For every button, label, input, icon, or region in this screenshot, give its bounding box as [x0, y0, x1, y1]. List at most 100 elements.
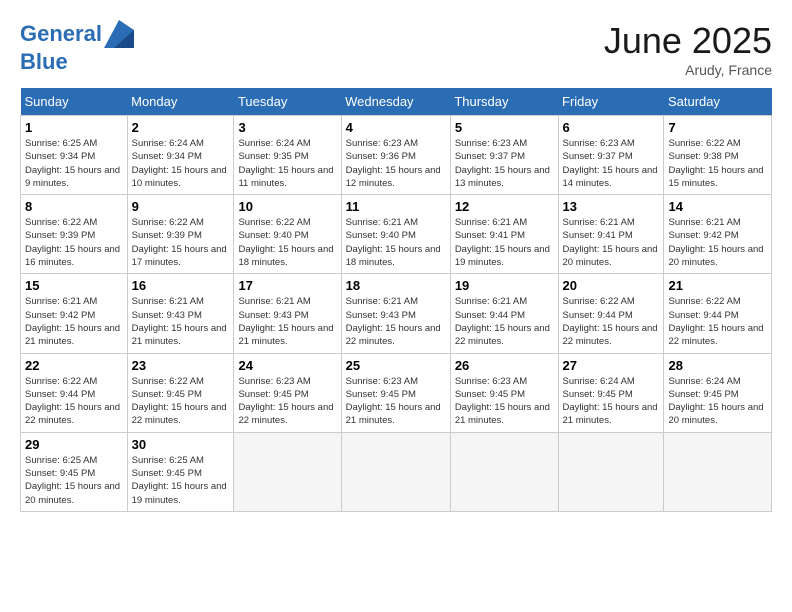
location: Arudy, France [604, 62, 772, 78]
calendar-day-16: 16 Sunrise: 6:21 AM Sunset: 9:43 PM Dayl… [127, 274, 234, 353]
day-info: Sunrise: 6:22 AM Sunset: 9:44 PM Dayligh… [563, 295, 660, 348]
weekday-header-saturday: Saturday [664, 88, 772, 116]
day-info: Sunrise: 6:24 AM Sunset: 9:34 PM Dayligh… [132, 137, 230, 190]
day-info: Sunrise: 6:23 AM Sunset: 9:45 PM Dayligh… [238, 375, 336, 428]
day-info: Sunrise: 6:23 AM Sunset: 9:45 PM Dayligh… [346, 375, 446, 428]
calendar-week: 29 Sunrise: 6:25 AM Sunset: 9:45 PM Dayl… [21, 432, 772, 511]
calendar-day-19: 19 Sunrise: 6:21 AM Sunset: 9:44 PM Dayl… [450, 274, 558, 353]
day-info: Sunrise: 6:21 AM Sunset: 9:43 PM Dayligh… [346, 295, 446, 348]
day-info: Sunrise: 6:21 AM Sunset: 9:42 PM Dayligh… [25, 295, 123, 348]
day-info: Sunrise: 6:24 AM Sunset: 9:35 PM Dayligh… [238, 137, 336, 190]
calendar-day-14: 14 Sunrise: 6:21 AM Sunset: 9:42 PM Dayl… [664, 195, 772, 274]
day-info: Sunrise: 6:21 AM Sunset: 9:42 PM Dayligh… [668, 216, 767, 269]
calendar-day-22: 22 Sunrise: 6:22 AM Sunset: 9:44 PM Dayl… [21, 353, 128, 432]
day-number: 4 [346, 120, 446, 135]
calendar-day-25: 25 Sunrise: 6:23 AM Sunset: 9:45 PM Dayl… [341, 353, 450, 432]
day-info: Sunrise: 6:22 AM Sunset: 9:39 PM Dayligh… [132, 216, 230, 269]
day-number: 25 [346, 358, 446, 373]
calendar-day-11: 11 Sunrise: 6:21 AM Sunset: 9:40 PM Dayl… [341, 195, 450, 274]
day-number: 11 [346, 199, 446, 214]
day-number: 26 [455, 358, 554, 373]
calendar-day-9: 9 Sunrise: 6:22 AM Sunset: 9:39 PM Dayli… [127, 195, 234, 274]
day-info: Sunrise: 6:23 AM Sunset: 9:45 PM Dayligh… [455, 375, 554, 428]
calendar-day-15: 15 Sunrise: 6:21 AM Sunset: 9:42 PM Dayl… [21, 274, 128, 353]
calendar-day-30: 30 Sunrise: 6:25 AM Sunset: 9:45 PM Dayl… [127, 432, 234, 511]
day-info: Sunrise: 6:23 AM Sunset: 9:37 PM Dayligh… [563, 137, 660, 190]
day-number: 3 [238, 120, 336, 135]
calendar-week: 1 Sunrise: 6:25 AM Sunset: 9:34 PM Dayli… [21, 116, 772, 195]
day-number: 6 [563, 120, 660, 135]
calendar-day-26: 26 Sunrise: 6:23 AM Sunset: 9:45 PM Dayl… [450, 353, 558, 432]
day-number: 19 [455, 278, 554, 293]
empty-day [558, 432, 664, 511]
day-number: 2 [132, 120, 230, 135]
calendar: SundayMondayTuesdayWednesdayThursdayFrid… [20, 88, 772, 512]
day-number: 8 [25, 199, 123, 214]
day-info: Sunrise: 6:21 AM Sunset: 9:44 PM Dayligh… [455, 295, 554, 348]
day-info: Sunrise: 6:21 AM Sunset: 9:40 PM Dayligh… [346, 216, 446, 269]
day-info: Sunrise: 6:22 AM Sunset: 9:38 PM Dayligh… [668, 137, 767, 190]
weekday-header-sunday: Sunday [21, 88, 128, 116]
calendar-day-3: 3 Sunrise: 6:24 AM Sunset: 9:35 PM Dayli… [234, 116, 341, 195]
weekday-header-friday: Friday [558, 88, 664, 116]
day-number: 20 [563, 278, 660, 293]
day-number: 9 [132, 199, 230, 214]
day-number: 27 [563, 358, 660, 373]
title-block: June 2025 Arudy, France [604, 20, 772, 78]
day-number: 5 [455, 120, 554, 135]
day-info: Sunrise: 6:21 AM Sunset: 9:41 PM Dayligh… [563, 216, 660, 269]
day-number: 21 [668, 278, 767, 293]
day-info: Sunrise: 6:22 AM Sunset: 9:39 PM Dayligh… [25, 216, 123, 269]
calendar-day-23: 23 Sunrise: 6:22 AM Sunset: 9:45 PM Dayl… [127, 353, 234, 432]
day-number: 24 [238, 358, 336, 373]
day-number: 10 [238, 199, 336, 214]
calendar-day-4: 4 Sunrise: 6:23 AM Sunset: 9:36 PM Dayli… [341, 116, 450, 195]
calendar-day-13: 13 Sunrise: 6:21 AM Sunset: 9:41 PM Dayl… [558, 195, 664, 274]
day-number: 18 [346, 278, 446, 293]
month-title: June 2025 [604, 20, 772, 62]
calendar-day-6: 6 Sunrise: 6:23 AM Sunset: 9:37 PM Dayli… [558, 116, 664, 195]
page-header: General Blue June 2025 Arudy, France [20, 20, 772, 78]
logo: General Blue [20, 20, 134, 74]
empty-day [664, 432, 772, 511]
calendar-day-7: 7 Sunrise: 6:22 AM Sunset: 9:38 PM Dayli… [664, 116, 772, 195]
calendar-day-20: 20 Sunrise: 6:22 AM Sunset: 9:44 PM Dayl… [558, 274, 664, 353]
day-info: Sunrise: 6:22 AM Sunset: 9:45 PM Dayligh… [132, 375, 230, 428]
weekday-header-thursday: Thursday [450, 88, 558, 116]
calendar-day-29: 29 Sunrise: 6:25 AM Sunset: 9:45 PM Dayl… [21, 432, 128, 511]
day-number: 28 [668, 358, 767, 373]
day-info: Sunrise: 6:21 AM Sunset: 9:43 PM Dayligh… [132, 295, 230, 348]
day-number: 12 [455, 199, 554, 214]
logo-blue: Blue [20, 49, 68, 74]
calendar-day-28: 28 Sunrise: 6:24 AM Sunset: 9:45 PM Dayl… [664, 353, 772, 432]
day-info: Sunrise: 6:22 AM Sunset: 9:40 PM Dayligh… [238, 216, 336, 269]
day-info: Sunrise: 6:24 AM Sunset: 9:45 PM Dayligh… [563, 375, 660, 428]
calendar-week: 15 Sunrise: 6:21 AM Sunset: 9:42 PM Dayl… [21, 274, 772, 353]
day-info: Sunrise: 6:25 AM Sunset: 9:34 PM Dayligh… [25, 137, 123, 190]
day-info: Sunrise: 6:22 AM Sunset: 9:44 PM Dayligh… [25, 375, 123, 428]
day-info: Sunrise: 6:21 AM Sunset: 9:41 PM Dayligh… [455, 216, 554, 269]
calendar-day-5: 5 Sunrise: 6:23 AM Sunset: 9:37 PM Dayli… [450, 116, 558, 195]
calendar-week: 22 Sunrise: 6:22 AM Sunset: 9:44 PM Dayl… [21, 353, 772, 432]
day-info: Sunrise: 6:21 AM Sunset: 9:43 PM Dayligh… [238, 295, 336, 348]
weekday-header-monday: Monday [127, 88, 234, 116]
calendar-day-12: 12 Sunrise: 6:21 AM Sunset: 9:41 PM Dayl… [450, 195, 558, 274]
day-number: 22 [25, 358, 123, 373]
day-number: 14 [668, 199, 767, 214]
calendar-week: 8 Sunrise: 6:22 AM Sunset: 9:39 PM Dayli… [21, 195, 772, 274]
empty-day [234, 432, 341, 511]
day-info: Sunrise: 6:23 AM Sunset: 9:37 PM Dayligh… [455, 137, 554, 190]
empty-day [450, 432, 558, 511]
calendar-day-24: 24 Sunrise: 6:23 AM Sunset: 9:45 PM Dayl… [234, 353, 341, 432]
day-info: Sunrise: 6:23 AM Sunset: 9:36 PM Dayligh… [346, 137, 446, 190]
calendar-day-10: 10 Sunrise: 6:22 AM Sunset: 9:40 PM Dayl… [234, 195, 341, 274]
weekday-header-wednesday: Wednesday [341, 88, 450, 116]
day-number: 15 [25, 278, 123, 293]
day-number: 23 [132, 358, 230, 373]
day-info: Sunrise: 6:25 AM Sunset: 9:45 PM Dayligh… [132, 454, 230, 507]
day-number: 1 [25, 120, 123, 135]
day-number: 30 [132, 437, 230, 452]
calendar-day-18: 18 Sunrise: 6:21 AM Sunset: 9:43 PM Dayl… [341, 274, 450, 353]
calendar-day-27: 27 Sunrise: 6:24 AM Sunset: 9:45 PM Dayl… [558, 353, 664, 432]
weekday-header-tuesday: Tuesday [234, 88, 341, 116]
